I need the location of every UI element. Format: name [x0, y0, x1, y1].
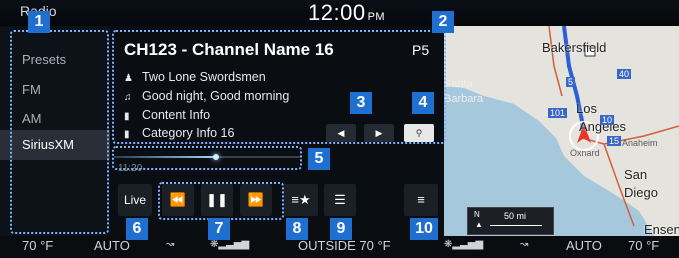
highway-shield: 5 — [566, 77, 576, 87]
outside-temp: OUTSIDE 70 °F — [298, 238, 391, 253]
highway-shield: 10 — [600, 115, 615, 125]
right-temp[interactable]: 70 °F — [628, 238, 659, 253]
airflow-icon[interactable]: ↝ — [166, 239, 174, 250]
fan-speed-icon[interactable]: ❋▂▃▅▆ — [210, 239, 249, 250]
map-drawing — [444, 26, 679, 236]
favorites-list-button[interactable]: ≡★ — [284, 184, 318, 216]
callout-badge: 5 — [308, 148, 330, 170]
map-city-label: Ensen — [644, 222, 679, 237]
callout-badge: 6 — [126, 218, 148, 240]
tag-icon: ☰ — [334, 192, 346, 207]
map-minor-label: Oxnard — [570, 148, 600, 158]
clock: 12:00 PM — [308, 0, 385, 26]
callout-frame-transport — [158, 182, 284, 220]
highway-shield: 101 — [548, 108, 568, 118]
menu-list-button[interactable]: ≡ — [404, 184, 438, 216]
callout-badge: 4 — [412, 92, 434, 114]
airflow-icon[interactable]: ↝ — [520, 239, 528, 250]
map-city-label: Santa — [444, 78, 473, 90]
highway-shield: 15 — [607, 136, 622, 146]
list-icon: ≡ — [417, 192, 425, 207]
right-climate-mode[interactable]: AUTO — [566, 238, 602, 253]
clock-ampm: PM — [367, 11, 386, 23]
north-indicator: N — [474, 210, 480, 219]
callout-badge: 9 — [330, 218, 352, 240]
callout-badge: 7 — [208, 218, 230, 240]
callout-badge: 1 — [28, 11, 50, 33]
left-temp[interactable]: 70 °F — [22, 238, 53, 253]
callout-frame-sidebar — [10, 30, 109, 234]
scale-bar — [490, 225, 542, 226]
tag-button[interactable]: ☰ — [324, 184, 356, 216]
navigation-map[interactable] — [444, 26, 679, 236]
scale-distance: 50 mi — [504, 211, 527, 221]
live-button[interactable]: Live — [118, 184, 152, 216]
callout-frame-progress — [112, 146, 302, 170]
map-city-label: Los — [576, 101, 597, 116]
map-city-label: San — [624, 167, 648, 182]
clock-time: 12:00 — [308, 0, 366, 25]
callout-frame-info — [112, 30, 446, 144]
map-city-label: Barbara — [444, 93, 484, 105]
callout-badge: 10 — [410, 218, 438, 240]
list-star-icon: ≡★ — [291, 192, 311, 207]
map-minor-label: Anaheim — [622, 138, 658, 148]
callout-badge: 8 — [286, 218, 308, 240]
highway-shield: 40 — [617, 69, 632, 79]
north-arrow-icon: ▲ — [475, 220, 483, 229]
map-scale: N ▲ 50 mi — [467, 207, 554, 235]
fan-speed-icon[interactable]: ❋▂▃▅▆ — [444, 239, 483, 250]
callout-badge: 2 — [432, 11, 454, 33]
map-city-label: Bakersfield — [542, 40, 607, 55]
map-city-label: Diego — [624, 185, 658, 200]
callout-badge: 3 — [350, 92, 372, 114]
left-climate-mode[interactable]: AUTO — [94, 238, 130, 253]
